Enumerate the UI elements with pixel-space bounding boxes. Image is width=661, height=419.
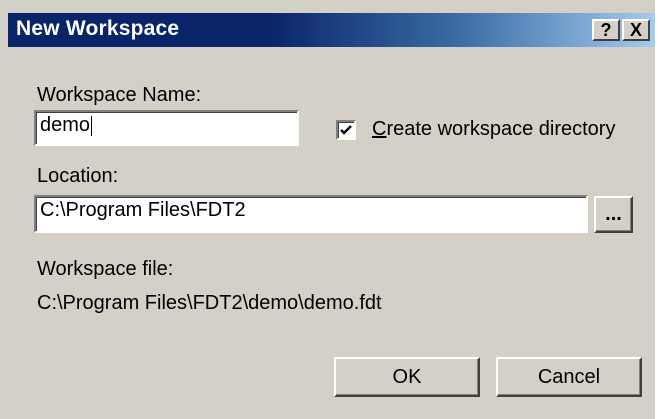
dialog-title: New Workspace xyxy=(16,17,180,40)
location-label: Location: xyxy=(37,165,119,187)
help-button[interactable]: ? xyxy=(592,19,620,41)
browse-button[interactable]: ... xyxy=(594,196,633,233)
text-caret xyxy=(91,115,93,136)
create-directory-label-rest: reate workspace directory xyxy=(386,118,616,140)
ok-button[interactable]: OK xyxy=(334,357,480,397)
location-value: C:\Program Files\FDT2 xyxy=(40,199,246,221)
location-input[interactable]: C:\Program Files\FDT2 xyxy=(34,195,588,233)
create-directory-checkbox[interactable] xyxy=(336,120,356,140)
create-directory-accelerator: C xyxy=(372,118,387,140)
workspace-name-input[interactable]: demo xyxy=(34,110,299,146)
workspace-name-value: demo xyxy=(40,114,91,136)
checkmark-icon xyxy=(340,125,352,135)
workspace-file-label: Workspace file: xyxy=(37,258,174,280)
new-workspace-dialog: New Workspace ? X Workspace Name: demo C… xyxy=(0,0,655,419)
title-bar[interactable]: New Workspace ? X xyxy=(8,13,655,47)
workspace-file-path: C:\Program Files\FDT2\demo\demo.fdt xyxy=(37,292,382,314)
cancel-button[interactable]: Cancel xyxy=(496,357,642,397)
close-button[interactable]: X xyxy=(622,19,650,41)
workspace-name-label: Workspace Name: xyxy=(37,84,202,106)
create-directory-label[interactable]: Create workspace directory xyxy=(372,118,615,141)
